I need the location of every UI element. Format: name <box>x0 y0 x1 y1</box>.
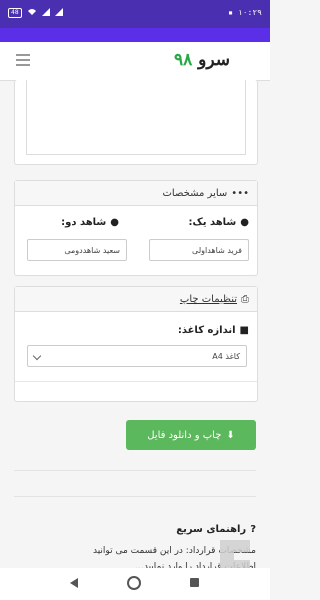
description-textarea[interactable] <box>26 80 246 155</box>
other-details-card: ••• سایر مشخصات ● شاهد یک: ● شاهد دو: فر… <box>14 180 258 276</box>
witness1-label-text: شاهد یک: <box>188 217 237 228</box>
other-details-header: ••• سایر مشخصات <box>15 181 257 206</box>
recent-apps-icon[interactable] <box>190 578 199 587</box>
home-icon[interactable] <box>127 576 141 590</box>
app-bar: سرو ۹۸ <box>0 42 270 81</box>
section-divider-2 <box>14 496 256 497</box>
status-left: 48 <box>8 8 63 18</box>
print-settings-card: ⎙ تنظیمات چاپ ■ اندازه کاغذ: کاغذ A4 <box>14 286 258 402</box>
witness2-input[interactable]: سعید شاهددومی <box>27 239 127 261</box>
menu-icon[interactable] <box>16 54 30 66</box>
logo-number: ۹۸ <box>173 50 193 70</box>
wifi-icon <box>27 8 37 18</box>
status-time: ۱۰:۲۹ <box>237 8 262 17</box>
witness1-input[interactable]: فرید شاهداولی <box>149 239 249 261</box>
witness2-label-text: شاهد دو: <box>61 217 107 228</box>
back-icon[interactable] <box>70 578 78 588</box>
chevron-down-icon <box>32 351 42 361</box>
print-download-button[interactable]: ⬇ چاپ و دانلود فایل <box>126 420 256 450</box>
file-icon: ■ <box>239 325 249 336</box>
print-settings-title: تنظیمات چاپ <box>179 293 237 305</box>
paper-size-value: کاغذ A4 <box>212 351 240 361</box>
user-icon: ● <box>240 217 249 228</box>
paper-size-label: ■ اندازه کاغذ: <box>178 325 249 336</box>
signal-icon-2 <box>54 8 63 18</box>
battery-icon: 48 <box>8 8 22 18</box>
paper-size-select[interactable]: کاغذ A4 <box>27 345 247 367</box>
user-icon: ● <box>110 217 119 228</box>
paper-size-label-text: اندازه کاغذ: <box>177 325 236 336</box>
print-settings-header: ⎙ تنظیمات چاپ <box>15 287 257 312</box>
system-nav-bar <box>0 568 270 600</box>
accent-strip <box>0 28 270 42</box>
signal-icon <box>41 8 50 18</box>
witness2-label: ● شاهد دو: <box>61 217 119 228</box>
printer-icon: ⎙ <box>241 293 249 305</box>
section-divider <box>14 470 256 471</box>
download-icon: ⬇ <box>226 429 235 441</box>
logo-text: سرو <box>198 50 230 70</box>
ellipsis-icon: ••• <box>231 187 249 199</box>
status-right: ▪ ۱۰:۲۹ <box>228 8 262 17</box>
status-bar: 48 ▪ ۱۰:۲۹ <box>0 0 270 28</box>
witness1-label: ● شاهد یک: <box>188 217 249 228</box>
notification-icon: ▪ <box>228 8 233 17</box>
app-logo[interactable]: سرو ۹۸ <box>174 50 230 70</box>
other-details-title: سایر مشخصات <box>162 187 228 199</box>
card-footer-divider <box>15 381 257 382</box>
print-download-label: چاپ و دانلود فایل <box>147 429 222 441</box>
